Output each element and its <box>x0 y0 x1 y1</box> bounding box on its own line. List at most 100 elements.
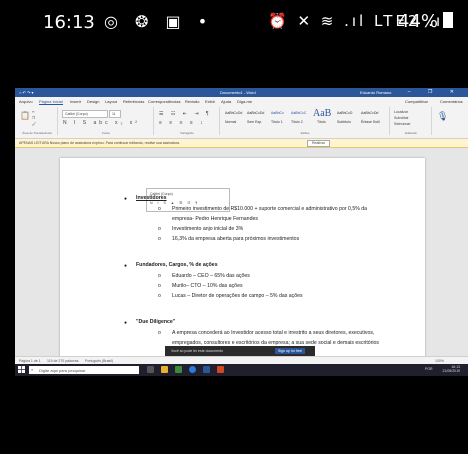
infobar-message: APENAS LEITURA Nosso plano de assinatura… <box>19 141 180 145</box>
word-taskbar-icon[interactable] <box>203 366 210 373</box>
tab-help[interactable]: Ajuda <box>221 99 231 104</box>
taskbar-search-input[interactable]: ⌕ Digite aqui para pesquisar <box>29 366 139 374</box>
list-item: Eduardo – CEO – 65% das ações <box>172 273 250 279</box>
tab-view[interactable]: Exibir <box>205 99 215 104</box>
tab-references[interactable]: Referências <box>123 99 144 104</box>
style-name-heading2: Título 2 <box>291 120 303 124</box>
toast-message: Você só pode ler este documento <box>171 349 223 353</box>
file-explorer-icon[interactable] <box>161 366 168 373</box>
task-view-icon[interactable] <box>147 366 154 373</box>
style-heading1[interactable]: AaBbCc <box>271 111 284 115</box>
sub-bullet-icon: o <box>158 273 161 279</box>
battery-indicator: 44% <box>398 11 454 32</box>
style-name-title: Título <box>317 120 326 124</box>
input-language[interactable]: POR <box>425 367 433 371</box>
battery-percent: 44% <box>398 11 439 32</box>
copy-icon[interactable]: ❐ <box>32 116 35 120</box>
taskbar-date: 21/05/2019 <box>442 369 460 373</box>
word-count[interactable]: 119 de 270 palavras <box>47 359 78 363</box>
mini-toolbar-buttons[interactable]: N I S ▲ ☰ ☷ ¶ <box>150 201 199 205</box>
style-name-subtle-emphasis: Ênfase Sutil <box>361 120 380 124</box>
font-name-select[interactable]: Calibri (Corpo) <box>62 110 108 118</box>
style-name-normal: Normal <box>225 120 237 124</box>
style-heading2[interactable]: AaBbCcC <box>291 111 306 115</box>
list-item: 16,3% da empresa aberta para próximos in… <box>172 236 300 242</box>
phone-status-bar: 16:13 ◎ ❂ ▣ • ⏰ ✕ ≋ .ıl LTE2 .ıl 44% <box>0 0 468 44</box>
battery-icon <box>443 12 454 28</box>
status-time: 16:13 <box>43 12 95 33</box>
font-name-value: Calibri (Corpo) <box>65 112 88 116</box>
tab-tell-me[interactable]: Diga-me <box>237 99 252 104</box>
read-only-infobar: APENAS LEITURA Nosso plano de assinatura… <box>15 139 468 148</box>
font-format-buttons[interactable]: N I S abc x₂ x² <box>63 120 140 126</box>
format-painter-icon[interactable]: 🖌 <box>32 122 36 126</box>
style-subtitle[interactable]: AaBbCcD <box>337 111 352 115</box>
sub-bullet-icon: o <box>158 236 161 242</box>
search-icon: ⌕ <box>31 367 34 372</box>
paragraph-group-label: Parágrafo <box>180 131 194 135</box>
align-buttons[interactable]: ≡ ≡ ≡ ≡ ↕ <box>159 120 206 126</box>
list-item: Investimento anjo inicial de 3% <box>172 226 244 232</box>
font-group-label: Fonte <box>102 131 110 135</box>
find-button[interactable]: Localizar <box>394 110 408 114</box>
section-heading: Fundadores, Cargos, % de ações <box>136 262 218 268</box>
list-item: Primeiro investimento de R$10.000 + supo… <box>172 206 368 212</box>
read-only-toast: Você só pode ler este documento Sign up … <box>165 346 315 356</box>
windows-start-icon[interactable] <box>18 366 25 373</box>
tab-review[interactable]: Revisão <box>185 99 199 104</box>
styles-group: AaBbCcDd AaBbCcDd AaBbCc AaBbCcC AaB AaB… <box>221 107 390 135</box>
browser-icon[interactable] <box>189 366 196 373</box>
powerpoint-taskbar-icon[interactable] <box>217 366 224 373</box>
list-buttons[interactable]: ☰ ☷ ⇤ ⇥ ¶ <box>159 111 212 117</box>
language-indicator[interactable]: Português (Brasil) <box>85 359 113 363</box>
section-heading: "Due Diligence" <box>136 319 176 325</box>
replace-button[interactable]: Substituir <box>394 116 409 120</box>
editing-group-label: Editando <box>405 131 417 135</box>
taskbar-search-placeholder: Digite aqui para pesquisar <box>39 368 86 373</box>
ribbon-home: 📋 ✂ ❐ 🖌 Área de Transferência Calibri (C… <box>15 105 468 139</box>
bullet-icon: ● <box>124 320 128 326</box>
window-controls[interactable]: – ❐ ✕ <box>408 89 462 95</box>
select-button[interactable]: Selecionar <box>394 122 411 126</box>
sub-bullet-icon: o <box>158 226 161 232</box>
document-title: Documento1 - Word <box>220 90 256 95</box>
toast-button[interactable]: Sign up for free <box>275 348 305 354</box>
sub-bullet-icon: o <box>158 293 161 299</box>
style-name-no-spacing: Sem Esp. <box>247 120 263 124</box>
list-item: Lucas – Diretor de operações de campo – … <box>172 293 303 299</box>
styles-group-label: Estilos <box>300 131 310 135</box>
comments-button[interactable]: Comentários <box>440 99 463 104</box>
paste-icon[interactable]: 📋 <box>20 111 30 120</box>
zoom-level[interactable]: 100% <box>435 359 444 363</box>
page-count[interactable]: Página 1 de 1 <box>19 359 41 363</box>
style-subtle-emphasis[interactable]: AaBbCcDd <box>361 111 378 115</box>
tab-insert[interactable]: Inserir <box>70 99 81 104</box>
sub-bullet-icon: o <box>158 206 161 212</box>
bullet-icon: ● <box>124 263 128 269</box>
style-no-spacing[interactable]: AaBbCcDd <box>247 111 264 115</box>
taskbar-clock[interactable]: 16:13 21/05/2019 <box>442 365 460 373</box>
tab-layout[interactable]: Layout <box>105 99 117 104</box>
list-item: empresa- Pedro Henrique Fernandes <box>172 216 258 222</box>
cut-icon[interactable]: ✂ <box>32 110 35 114</box>
laptop-screen: ⌂ ↶ ↷ ▾ Documento1 - Word Eduardo Romano… <box>15 88 468 376</box>
tab-file[interactable]: Arquivo <box>19 99 33 104</box>
editing-group: Localizar Substituir Selecionar Editando <box>391 107 432 135</box>
share-button[interactable]: Compartilhar <box>405 99 428 104</box>
reactivate-button[interactable]: Reativar <box>307 140 331 147</box>
style-normal[interactable]: AaBbCcDd <box>225 111 242 115</box>
document-area: Calibri (Corpo) N I S ▲ ☰ ☷ ¶ ● Investid… <box>15 148 468 368</box>
tab-design[interactable]: Design <box>87 99 99 104</box>
style-title[interactable]: AaB <box>313 108 331 119</box>
paragraph-group: ☰ ☷ ⇤ ⇥ ¶ ≡ ≡ ≡ ≡ ↕ Parágrafo <box>155 107 220 135</box>
tab-mailings[interactable]: Correspondências <box>148 99 180 104</box>
windows-taskbar: ⌕ Digite aqui para pesquisar POR 16:13 2… <box>15 364 468 376</box>
store-icon[interactable] <box>175 366 182 373</box>
dictate-icon[interactable]: 🎙 <box>437 111 448 122</box>
ribbon-tabs: Arquivo Página Inicial Inserir Design La… <box>15 97 468 105</box>
document-page[interactable]: Calibri (Corpo) N I S ▲ ☰ ☷ ¶ ● Investid… <box>60 158 425 368</box>
font-size-select[interactable]: 11 <box>109 110 121 118</box>
sub-bullet-icon: o <box>158 283 161 289</box>
quick-access-toolbar[interactable]: ⌂ ↶ ↷ ▾ <box>19 90 33 95</box>
user-name[interactable]: Eduardo Romano <box>360 90 391 95</box>
